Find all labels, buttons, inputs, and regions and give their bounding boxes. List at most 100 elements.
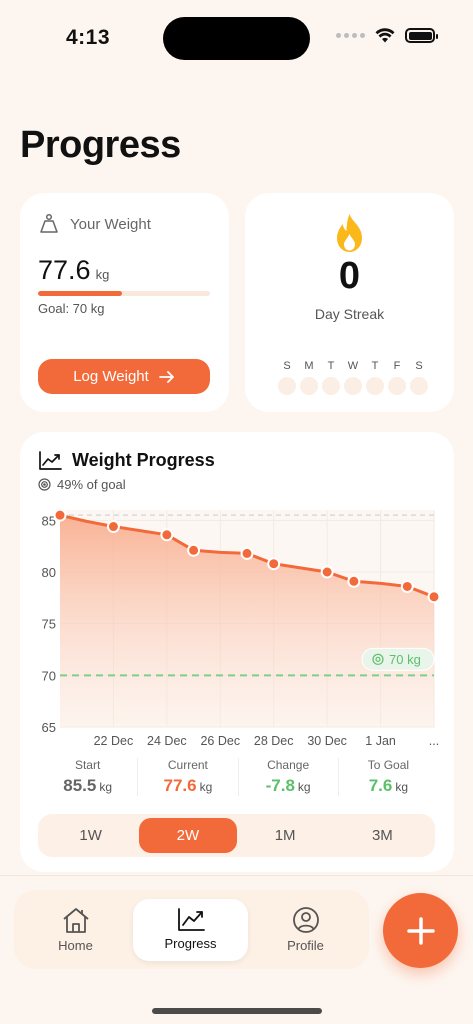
y-tick-label: 65 xyxy=(42,720,56,735)
stat-value-row: 85.5 kg xyxy=(38,776,137,796)
streak-card: 0 Day Streak S M TWT F S xyxy=(245,193,454,412)
streak-day: S xyxy=(410,360,428,395)
streak-day-dot xyxy=(300,377,318,395)
tab-progress-label: Progress xyxy=(164,936,217,951)
stat-label: To Goal xyxy=(367,758,410,772)
home-indicator xyxy=(152,1008,322,1014)
data-point xyxy=(106,520,120,534)
tab-profile-label: Profile xyxy=(287,938,324,953)
range-option-1m[interactable]: 1M xyxy=(237,818,334,853)
range-selector: 1W 2W 1M 3M xyxy=(38,814,435,857)
weight-card-header: Your Weight xyxy=(38,213,151,235)
streak-day-letter: S xyxy=(283,360,291,372)
streak-day-letter: T xyxy=(371,360,379,372)
streak-day: F xyxy=(388,360,406,395)
stat-label: Current xyxy=(167,758,208,772)
signal-icon xyxy=(336,33,365,38)
x-tick-label: 30 Dec xyxy=(307,734,347,748)
stat-value-row: 77.6 kg xyxy=(138,776,237,796)
x-tick-label: 1 Jan xyxy=(365,734,396,748)
y-tick-label: 75 xyxy=(42,617,56,632)
data-point xyxy=(53,508,67,522)
weight-progress-title: Weight Progress xyxy=(72,450,215,470)
streak-day: T xyxy=(322,360,340,395)
status-icons xyxy=(336,28,438,43)
streak-day-dot xyxy=(366,377,384,395)
stat-change: Change -7.8 kg xyxy=(239,758,339,796)
streak-day-dot xyxy=(388,377,406,395)
range-option-1w[interactable]: 1W xyxy=(42,818,139,853)
streak-count: 0 xyxy=(338,255,361,297)
dynamic-island xyxy=(163,17,310,60)
weight-card-label: Your Weight xyxy=(70,215,151,233)
status-bar: 4:13 xyxy=(0,0,473,80)
stat-value: 7.6 xyxy=(368,776,393,795)
arrow-right-icon xyxy=(158,370,174,383)
weight-stats: Start 85.5 kg Current 77.6 kg Change -7.8 kg To G… xyxy=(38,758,438,796)
streak-day-letter: F xyxy=(393,360,401,372)
y-tick-label: 70 xyxy=(42,668,56,683)
weight-progress-card: Weight Progress 49% of goal 85 80 75 70 65 70… xyxy=(20,432,454,872)
profile-icon xyxy=(292,907,319,933)
streak-day-letter: S xyxy=(415,360,423,372)
stat-value: 85.5 xyxy=(63,776,97,795)
stat-value-row: 7.6 kg xyxy=(339,776,438,796)
tab-bar: Home Progress Profile xyxy=(14,890,369,969)
chart-trend-icon xyxy=(39,450,62,470)
log-weight-label: Log Weight xyxy=(73,368,149,385)
home-icon xyxy=(62,908,89,933)
current-weight-unit: kg xyxy=(95,267,110,282)
data-point xyxy=(240,546,254,560)
streak-day-dot xyxy=(322,377,340,395)
stat-current: Current 77.6 kg xyxy=(138,758,239,796)
plus-icon xyxy=(406,916,435,945)
stat-value: -7.8 xyxy=(265,776,295,795)
stat-label: Change xyxy=(267,758,310,772)
page-title: Progress xyxy=(20,124,181,166)
stat-unit: kg xyxy=(297,780,311,794)
status-time: 4:13 xyxy=(66,26,111,49)
x-tick-label: 24 Dec xyxy=(147,734,187,748)
log-weight-button[interactable]: Log Weight xyxy=(38,359,210,394)
streak-day-letter: T xyxy=(327,360,335,372)
x-tick-label: 26 Dec xyxy=(200,734,240,748)
stat-togoal: To Goal 7.6 kg xyxy=(339,758,438,796)
data-point xyxy=(347,574,361,588)
streak-week: S M TWT F S xyxy=(278,360,428,395)
weight-progress-header: Weight Progress xyxy=(38,450,215,471)
x-tick-label: 28 Dec xyxy=(254,734,294,748)
weight-card: Your Weight 77.6 kg Goal: 70 kg Log Weig… xyxy=(20,193,229,412)
tab-progress[interactable]: Progress xyxy=(133,898,248,961)
streak-day: W xyxy=(344,360,362,395)
stat-start: Start 85.5 kg xyxy=(38,758,139,796)
chart-icon xyxy=(177,908,205,931)
streak-day: T xyxy=(366,360,384,395)
y-tick-label: 80 xyxy=(42,565,56,580)
wifi-icon xyxy=(375,28,395,43)
goal-percent: 49% of goal xyxy=(38,477,126,492)
stat-label: Start xyxy=(74,758,101,772)
data-point xyxy=(320,565,334,579)
range-option-3m[interactable]: 3M xyxy=(334,818,431,853)
streak-day-letter: M xyxy=(304,360,314,372)
tab-home-label: Home xyxy=(58,938,93,953)
data-point xyxy=(400,579,414,593)
stat-unit: kg xyxy=(199,780,213,794)
goal-progress-fill xyxy=(38,291,123,296)
battery-icon xyxy=(405,28,438,43)
target-icon xyxy=(38,478,51,491)
streak-label: Day Streak xyxy=(314,306,385,322)
streak-day-letter: W xyxy=(347,360,359,372)
streak-day: M xyxy=(300,360,318,395)
current-weight: 77.6 kg xyxy=(38,255,109,286)
data-point xyxy=(160,528,174,542)
range-option-2w[interactable]: 2W xyxy=(139,818,237,853)
tab-home[interactable]: Home xyxy=(18,899,133,961)
goal-progress-bar xyxy=(38,291,210,296)
stat-unit: kg xyxy=(395,780,409,794)
streak-day-dot xyxy=(344,377,362,395)
tab-profile[interactable]: Profile xyxy=(248,899,363,961)
streak-day: S xyxy=(278,360,296,395)
add-button[interactable] xyxy=(383,893,458,968)
goal-percent-text: 49% of goal xyxy=(57,477,126,492)
